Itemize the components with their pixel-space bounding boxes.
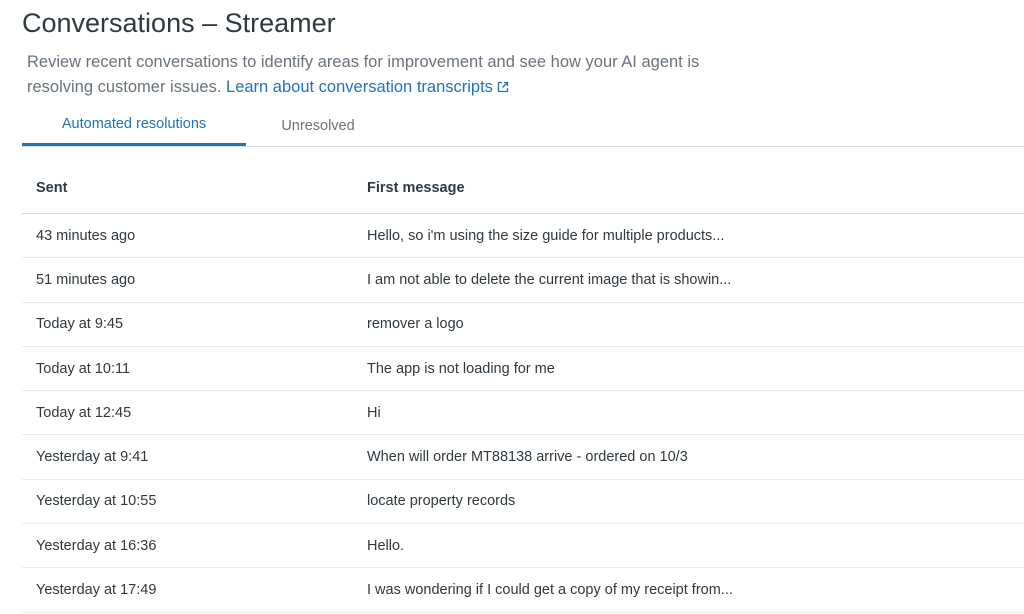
cell-sent: Today at 12:45 [22,390,367,436]
external-link-icon [497,76,509,101]
tab-bar: Automated resolutions Unresolved [22,108,1024,147]
cell-sent: Today at 10:11 [22,346,367,392]
cell-first-message: I was wondering if I could get a copy of… [367,567,1024,613]
column-header-sent[interactable]: Sent [22,163,367,214]
table-header-row: Sent First message [22,163,1024,214]
cell-sent: 51 minutes ago [22,257,367,303]
table-row[interactable]: Yesterday at 9:41 When will order MT8813… [22,434,1024,480]
cell-first-message: I am not able to delete the current imag… [367,257,1024,303]
tab-automated-resolutions[interactable]: Automated resolutions [22,108,246,146]
cell-first-message: remover a logo [367,302,1024,347]
cell-sent: Yesterday at 9:41 [22,434,367,480]
table-row[interactable]: Today at 12:45 Hi [22,390,1024,436]
cell-sent: Yesterday at 16:36 [22,523,367,569]
cell-first-message: Hi [367,390,1024,436]
page-title: Conversations – Streamer [22,8,336,38]
page-description: Review recent conversations to identify … [27,50,717,101]
cell-sent: 43 minutes ago [22,213,367,259]
column-header-first-message[interactable]: First message [367,163,1024,214]
table-row[interactable]: Yesterday at 10:55 locate property recor… [22,479,1024,525]
learn-more-link[interactable]: Learn about conversation transcripts [226,78,509,96]
tab-unresolved[interactable]: Unresolved [246,108,390,144]
cell-sent: Yesterday at 10:55 [22,479,367,525]
cell-first-message: Hello, so i'm using the size guide for m… [367,213,1024,259]
cell-first-message: Hello. [367,523,1024,569]
learn-more-link-label: Learn about conversation transcripts [226,78,493,96]
cell-sent: Today at 9:45 [22,302,367,347]
cell-first-message: When will order MT88138 arrive - ordered… [367,434,1024,480]
conversations-table: Sent First message 43 minutes ago Hello,… [22,163,1024,613]
table-row[interactable]: Today at 9:45 remover a logo [22,302,1024,347]
table-row[interactable]: 43 minutes ago Hello, so i'm using the s… [22,213,1024,259]
table-row[interactable]: Today at 10:11 The app is not loading fo… [22,346,1024,392]
table-row[interactable]: Yesterday at 17:49 I was wondering if I … [22,567,1024,613]
table-row[interactable]: 51 minutes ago I am not able to delete t… [22,257,1024,303]
table-row[interactable]: Yesterday at 16:36 Hello. [22,523,1024,569]
cell-sent: Yesterday at 17:49 [22,567,367,613]
cell-first-message: locate property records [367,479,1024,525]
cell-first-message: The app is not loading for me [367,346,1024,392]
